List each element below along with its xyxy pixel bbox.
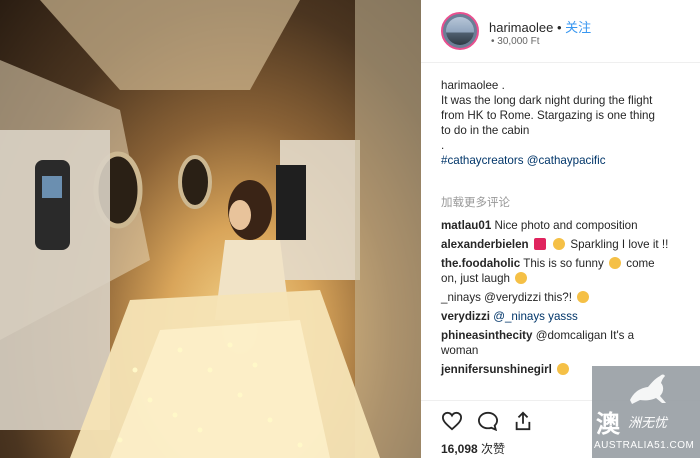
comment: _ninays @verydizzi this?! bbox=[441, 290, 699, 305]
caption-line: . bbox=[441, 139, 445, 152]
thumbs-up-emoji-icon bbox=[553, 238, 566, 250]
comment-user[interactable]: matlau01 bbox=[441, 219, 491, 232]
likes-number: 16,098 bbox=[441, 442, 478, 456]
comment-text: on, just laugh bbox=[441, 272, 510, 285]
comment-text: _ninays @verydizzi this?! bbox=[441, 291, 572, 304]
comment-text: Nice photo and composition bbox=[494, 219, 638, 232]
comment: phineasinthecity @domcaligan It's a bbox=[441, 328, 699, 343]
cabin-scene bbox=[0, 0, 421, 458]
sunglasses-emoji-icon bbox=[557, 363, 570, 375]
kangaroo-icon bbox=[630, 374, 666, 404]
load-more-comments[interactable]: 加载更多评论 bbox=[441, 194, 510, 210]
caption-line: harimaolee . bbox=[441, 79, 505, 92]
follow-button[interactable]: 关注 bbox=[565, 20, 591, 35]
comment: the.foodaholic This is so funny come bbox=[441, 256, 699, 271]
comment: alexanderbielen Sparkling I love it !! bbox=[441, 237, 699, 252]
comment-text: come bbox=[626, 257, 655, 270]
username-link[interactable]: harimaolee bbox=[489, 20, 553, 35]
avatar[interactable] bbox=[441, 12, 479, 50]
caption-line: to do in the cabin bbox=[441, 124, 530, 137]
location-subtitle[interactable]: • 30,000 Ft bbox=[491, 36, 540, 47]
caption-line: from HK to Rome. Stargazing is one thing bbox=[441, 109, 655, 122]
comment-text: @_ninays yasss bbox=[493, 310, 578, 323]
comment-user[interactable]: alexanderbielen bbox=[441, 238, 529, 251]
comment-user[interactable]: phineasinthecity bbox=[441, 329, 532, 342]
heart-icon[interactable] bbox=[441, 411, 463, 431]
comment-user[interactable]: verydizzi bbox=[441, 310, 490, 323]
heart-emoji-icon bbox=[533, 238, 546, 250]
caption-line: It was the long dark night during the fl… bbox=[441, 94, 653, 107]
comment-continued: on, just laugh bbox=[441, 271, 699, 286]
comment-text: This is so funny bbox=[523, 257, 604, 270]
comment: matlau01 Nice photo and composition bbox=[441, 218, 699, 233]
post-caption: harimaolee . It was the long dark night … bbox=[441, 78, 691, 168]
comment-text: @domcaligan It's a bbox=[535, 329, 635, 342]
laughing-emoji-icon bbox=[515, 272, 528, 284]
comment-icon[interactable] bbox=[477, 411, 499, 431]
comment-user[interactable]: jennifersunshinegirl bbox=[441, 363, 552, 376]
watermark-text: 洲无忧 bbox=[628, 415, 668, 430]
likes-label: 次赞 bbox=[481, 442, 506, 456]
comments-list: matlau01 Nice photo and composition alex… bbox=[441, 218, 699, 381]
comment-user[interactable]: the.foodaholic bbox=[441, 257, 520, 270]
post-header: harimaolee • 关注 • 30,000 Ft bbox=[421, 0, 700, 63]
post-photo[interactable] bbox=[0, 0, 421, 458]
watermark-logo: 澳 洲无忧 AUSTRALIA51.COM bbox=[592, 366, 700, 458]
share-icon[interactable] bbox=[513, 410, 533, 432]
caption-hashtags[interactable]: #cathaycreators @cathaypacific bbox=[441, 153, 691, 168]
laughing-emoji-icon bbox=[609, 257, 622, 269]
separator-dot: • bbox=[556, 20, 562, 35]
watermark-url: AUSTRALIA51.COM bbox=[594, 440, 695, 451]
comment-text: Sparkling I love it !! bbox=[570, 238, 669, 251]
lightning-emoji-icon bbox=[577, 291, 590, 303]
comment: verydizzi @_ninays yasss bbox=[441, 309, 699, 324]
comment-continued: woman bbox=[441, 343, 699, 358]
watermark-char: 澳 bbox=[596, 411, 620, 438]
comment-text: woman bbox=[441, 344, 479, 357]
likes-count[interactable]: 16,098 次赞 bbox=[441, 440, 505, 457]
